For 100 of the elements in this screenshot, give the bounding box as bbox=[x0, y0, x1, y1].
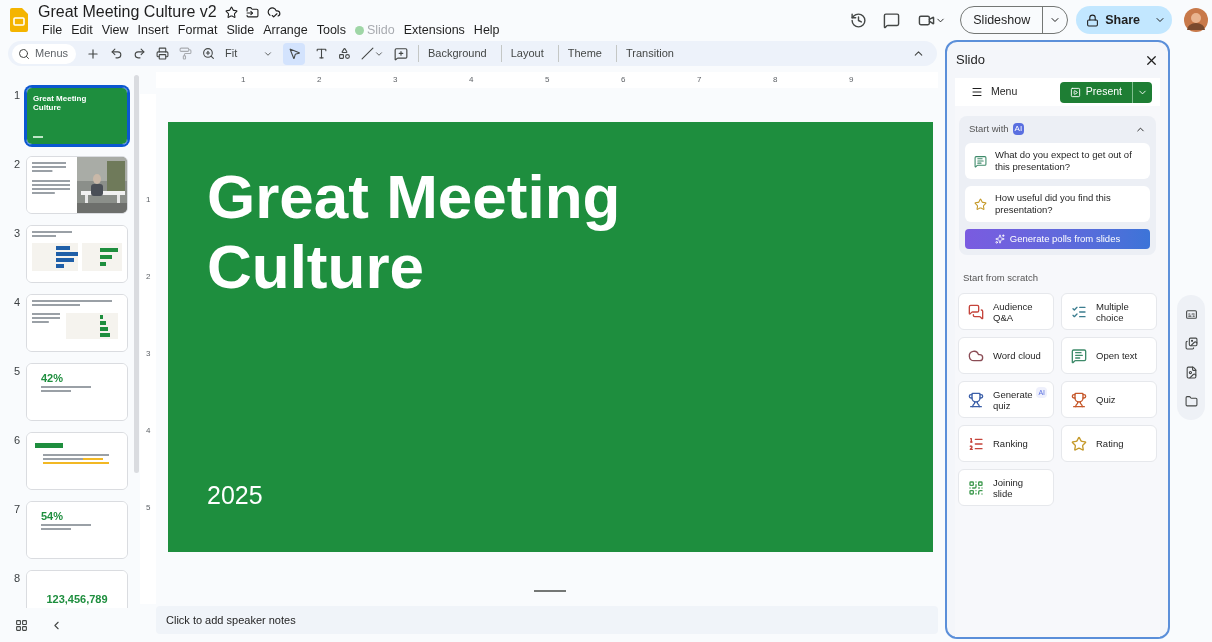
toolbar-button[interactable]: Theme bbox=[557, 45, 606, 62]
document-title[interactable]: Great Meeting Culture v2 bbox=[38, 2, 217, 22]
slide-number: 6 bbox=[12, 433, 20, 448]
select-tool-button[interactable] bbox=[283, 42, 305, 65]
captions-icon[interactable] bbox=[1184, 307, 1198, 321]
star-icon[interactable] bbox=[224, 5, 238, 19]
slide-thumbnail[interactable]: 123,456,789 bbox=[26, 570, 128, 608]
folder-icon[interactable] bbox=[245, 5, 259, 19]
shapes-icon[interactable] bbox=[338, 47, 351, 60]
ruler-number: 6 bbox=[621, 74, 626, 86]
menus-search-field[interactable]: Menus bbox=[12, 43, 76, 64]
slide-number: 7 bbox=[12, 502, 20, 517]
text-lines-drawing bbox=[32, 180, 70, 196]
chat-bubbles-icon bbox=[968, 303, 984, 320]
speaker-notes-field[interactable]: Click to add speaker notes bbox=[156, 606, 938, 634]
menu-item[interactable]: Edit bbox=[67, 22, 97, 38]
slide-thumbnail[interactable] bbox=[26, 294, 128, 352]
text-box-icon[interactable] bbox=[315, 47, 328, 60]
cloud-icon[interactable] bbox=[266, 5, 281, 19]
menu-item[interactable]: Arrange bbox=[259, 22, 312, 38]
slide-subtitle[interactable]: 2025 bbox=[207, 476, 933, 514]
poll-type-button[interactable]: Open text bbox=[1061, 337, 1157, 375]
sparkle-icon bbox=[994, 234, 1005, 244]
ruler-number: 3 bbox=[146, 348, 151, 360]
images-icon[interactable] bbox=[1184, 336, 1198, 350]
menu-icon bbox=[971, 86, 983, 98]
suggestion-text: How useful did you find this presentation? bbox=[995, 192, 1112, 216]
scrollbar[interactable] bbox=[134, 75, 139, 473]
poll-type-button[interactable]: Ranking bbox=[958, 425, 1054, 463]
menu-item[interactable]: View bbox=[97, 22, 133, 38]
play-icon bbox=[1069, 86, 1081, 98]
plus-icon[interactable] bbox=[86, 46, 100, 61]
poll-type-button[interactable]: Multiple choice bbox=[1061, 293, 1157, 331]
slide-thumbnail[interactable]: Great Meeting Culture bbox=[26, 87, 128, 145]
qr-code-icon bbox=[968, 479, 984, 496]
slide-number: 5 bbox=[12, 364, 20, 379]
panel-title: Slido bbox=[956, 51, 985, 70]
suggestion-text: What do you expect to get out of this presentation? bbox=[995, 149, 1133, 173]
search-icon bbox=[18, 47, 30, 60]
slide-thumbnail[interactable] bbox=[26, 225, 128, 283]
poll-type-button[interactable]: Rating bbox=[1061, 425, 1157, 463]
suggestion-card[interactable]: How useful did you find this presentation? bbox=[965, 186, 1150, 222]
slide-thumbnail[interactable] bbox=[26, 432, 128, 490]
slide-number: 3 bbox=[12, 226, 20, 241]
zoom-icon[interactable] bbox=[202, 47, 215, 60]
thumbnail-title: Great Meeting Culture bbox=[33, 94, 88, 112]
section-heading: Start from scratch bbox=[963, 271, 1039, 285]
poll-type-button[interactable]: Joining slide bbox=[958, 469, 1054, 507]
slide-number: 8 bbox=[12, 571, 20, 586]
grid-view-icon[interactable] bbox=[15, 618, 28, 632]
menu-item[interactable]: Slide bbox=[222, 22, 259, 38]
ranking-icon bbox=[968, 435, 984, 452]
zoom-dropdown[interactable]: Fit bbox=[225, 45, 273, 62]
poll-type-button[interactable]: Word cloud bbox=[958, 337, 1054, 375]
menu-item[interactable]: Extensions bbox=[399, 22, 469, 38]
toolbar-button[interactable]: Transition bbox=[616, 45, 678, 62]
menu-item[interactable]: Insert bbox=[133, 22, 173, 38]
section-heading: Start with bbox=[969, 121, 1009, 136]
thumbnail-number: 123,456,789 bbox=[46, 591, 108, 607]
menu-button[interactable]: Menu bbox=[963, 84, 1018, 100]
history-icon[interactable] bbox=[850, 11, 868, 29]
generate-polls-button[interactable]: Generate polls from slides bbox=[965, 229, 1150, 249]
comment-icon[interactable] bbox=[883, 11, 901, 29]
add-comment-icon[interactable] bbox=[394, 46, 408, 61]
slide-thumbnail[interactable]: 42% bbox=[26, 363, 128, 421]
slide-canvas[interactable]: Great Meeting Culture 2025 bbox=[168, 122, 933, 552]
slide-title[interactable]: Great Meeting Culture bbox=[207, 162, 687, 302]
lock-icon bbox=[1086, 13, 1100, 27]
slide-number: 2 bbox=[12, 157, 20, 172]
redo-icon[interactable] bbox=[133, 47, 146, 60]
text-lines-drawing bbox=[32, 313, 60, 325]
suggestion-card[interactable]: What do you expect to get out of this presentation? bbox=[965, 143, 1150, 179]
image-file-icon[interactable] bbox=[1184, 365, 1198, 379]
line-icon[interactable] bbox=[361, 47, 374, 60]
text-line-drawing bbox=[33, 136, 43, 138]
dot-icon bbox=[354, 25, 364, 35]
resize-handle[interactable] bbox=[534, 590, 566, 592]
avatar[interactable] bbox=[1184, 8, 1208, 32]
text-lines-drawing bbox=[32, 162, 66, 174]
ruler-number: 2 bbox=[317, 74, 322, 86]
text-bubble-icon bbox=[974, 154, 987, 168]
folder-icon[interactable] bbox=[1184, 394, 1198, 408]
toolbar-button[interactable]: Background bbox=[418, 45, 491, 62]
thumbnail-stat: 42% bbox=[41, 372, 65, 384]
ruler-number: 2 bbox=[146, 271, 151, 283]
menu-item[interactable]: Format bbox=[173, 22, 222, 38]
ruler-number: 4 bbox=[146, 425, 151, 437]
slide-thumbnail[interactable]: 54% bbox=[26, 501, 128, 559]
menu-item[interactable]: Help bbox=[469, 22, 504, 38]
trophy-icon bbox=[1071, 391, 1087, 408]
poll-type-button[interactable]: Audience Q&A bbox=[958, 293, 1054, 331]
toolbar-button[interactable]: Layout bbox=[500, 45, 548, 62]
thumbnail-stat: 54% bbox=[41, 510, 65, 522]
print-icon[interactable] bbox=[156, 47, 169, 60]
text-lines-drawing bbox=[41, 386, 91, 394]
undo-icon[interactable] bbox=[110, 47, 123, 60]
menu-item[interactable]: File bbox=[38, 22, 67, 38]
poll-type-button[interactable]: Quiz bbox=[1061, 381, 1157, 419]
menu-item[interactable]: Tools bbox=[312, 22, 350, 38]
slide-thumbnail[interactable] bbox=[26, 156, 128, 214]
